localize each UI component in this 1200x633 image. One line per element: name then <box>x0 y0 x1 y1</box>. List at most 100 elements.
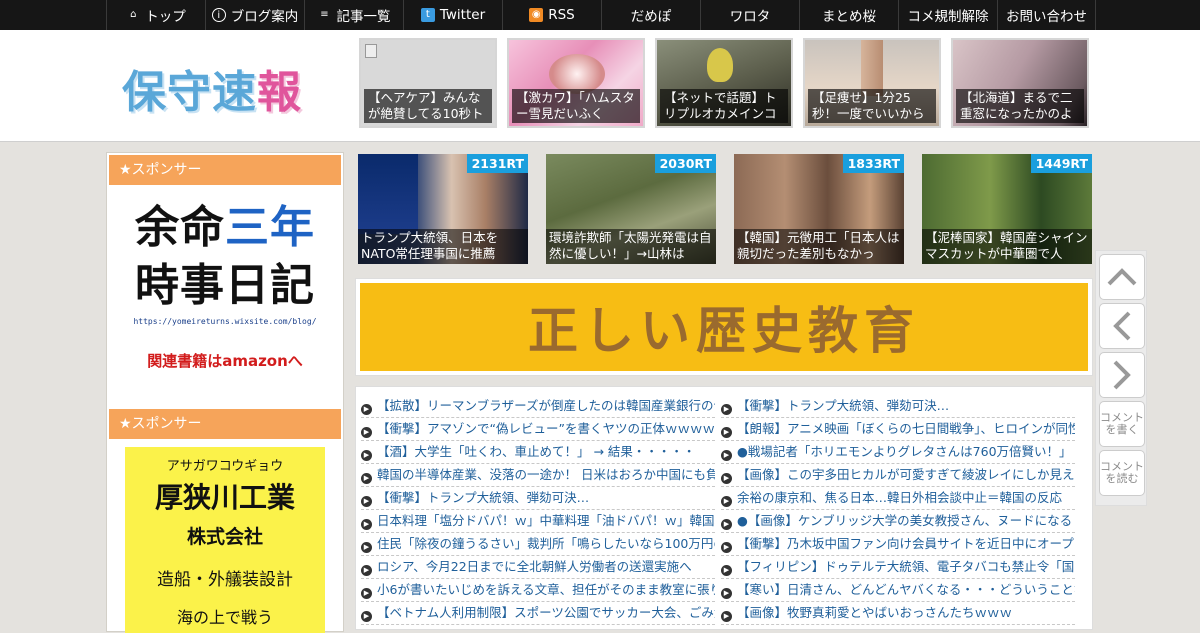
article-title: 韓国の半導体産業、没落の一途か！ 日米はおろか中国にも負 <box>377 467 715 482</box>
nav-item-6[interactable]: ワロタ <box>700 0 799 30</box>
arrow-bullet-icon: ▶ <box>361 404 372 415</box>
article-link[interactable]: ▶ 【寒い】日清さん、どんどんヤバくなる・・・どういうことな <box>721 579 1075 602</box>
sidebar: ★スポンサー 余命三年 時事日記 https://yomeireturns.wi… <box>106 152 344 633</box>
ad-subtitle: 時事日記 <box>135 260 315 311</box>
arrow-bullet-icon: ▶ <box>361 542 372 553</box>
article-link[interactable]: ▶ 住民「除夜の鐘うるさい」裁判所「鳴らしたいなら100万円の防 <box>361 533 715 556</box>
article-link[interactable]: ▶ 【衝撃】トランプ大統領、弾劾可決… <box>361 487 715 510</box>
header-thumb[interactable]: 【激カワ】「ハムスター雪見だいふく <box>507 38 645 128</box>
rt-thumb[interactable]: 1833RT 【韓国】元徴用工「日本人は親切だった差別もなかっ <box>734 154 904 264</box>
header-thumb[interactable]: 【足痩せ】1分25秒！一度でいいからやっ <box>803 38 941 128</box>
nav-item-1[interactable]: i ブログ案内 <box>205 0 304 30</box>
next-button[interactable] <box>1099 352 1145 398</box>
article-title: 【画像】この宇多田ヒカルが可愛すぎて綾波レイにしか見えね <box>737 467 1075 482</box>
article-title: 住民「除夜の鐘うるさい」裁判所「鳴らしたいなら100万円の防 <box>377 536 715 551</box>
top-nav-items: ⌂ トップ i ブログ案内 ≡ 記事一覧 t Twitter ◉ RSS だめぽ ワロタ まとめ桜 コメ規… <box>106 0 1096 30</box>
ad-company-type: 株式会社 <box>186 526 263 548</box>
nav-item-4[interactable]: ◉ RSS <box>502 0 601 30</box>
nav-item-2[interactable]: ≡ 記事一覧 <box>304 0 403 30</box>
nav-item-label: コメ規制解除 <box>907 9 989 25</box>
article-title: 【衝撃】アマゾンで“偽レビュー”を書くヤツの正体ｗｗｗｗｗ <box>377 421 715 436</box>
rt-thumb[interactable]: 2131RT トランプ大統領、日本をNATO常任理事国に推薦 <box>358 154 528 264</box>
header-thumb-caption: 【ヘアケア】みんなが絶賛してる10秒ト <box>364 89 492 123</box>
rt-thumb-caption: 【韓国】元徴用工「日本人は親切だった差別もなかっ <box>734 229 904 264</box>
arrow-bullet-icon: ▶ <box>721 611 732 622</box>
article-link[interactable]: ▶ 【画像】牧野真莉愛とやばいおっさんたちｗｗｗ <box>721 602 1075 625</box>
arrow-bullet-icon: ▶ <box>361 519 372 530</box>
ad-amazon-link[interactable]: 関連書籍はamazonへ <box>115 350 335 371</box>
scroll-top-button[interactable] <box>1099 254 1145 300</box>
info-icon: i <box>211 8 226 22</box>
arrow-bullet-icon: ▶ <box>721 519 732 530</box>
rt-count-badge: 2030RT <box>654 154 716 173</box>
logo-char: 報 <box>257 67 302 118</box>
nav-item-label: Twitter <box>439 7 486 23</box>
article-link[interactable]: ▶ 【衝撃】トランプ大統領、弾劾可決… <box>721 395 1075 418</box>
article-link[interactable]: ▶ ロシア、今月22日までに全北朝鮮人労働者の送還実施へ <box>361 556 715 579</box>
chevron-left-icon <box>1113 311 1131 341</box>
nav-item-9[interactable]: お問い合わせ <box>997 0 1096 30</box>
article-title: 小6が書いたいじめを訴える文章、担任がそのまま教室に張り出 <box>377 582 715 597</box>
header-thumb-caption: 【ネットで話題】トリプルオカメインコ <box>660 89 788 123</box>
site-logo[interactable]: 保守速報 <box>122 56 302 120</box>
article-link[interactable]: ▶ 日本料理「塩分ドバパ！ｗ」中華料理「油ドバパ！ｗ」韓国料 <box>361 510 715 533</box>
article-title: 【衝撃】トランプ大統領、弾劾可決… <box>737 398 950 413</box>
banner-text: 正しい歴史教育 <box>360 283 1088 371</box>
article-link[interactable]: ▶ 【画像】この宇多田ヒカルが可愛すぎて綾波レイにしか見えね <box>721 464 1075 487</box>
article-link[interactable]: ▶ ●戦場記者「ホリエモンよりグレタさんは760万倍賢い！」 <box>721 441 1075 464</box>
article-list-left: ▶ 【拡散】リーマンブラザーズが倒産したのは韓国産業銀行のせ ▶ 【衝撃】アマゾンで“… <box>361 395 715 625</box>
nav-item-8[interactable]: コメ規制解除 <box>898 0 997 30</box>
article-list-right: ▶ 【衝撃】トランプ大統領、弾劾可決… ▶ 【朗報】アニメ映画「ぼくらの七日間戦争」、… <box>721 395 1075 625</box>
nav-item-3[interactable]: t Twitter <box>403 0 502 30</box>
article-title: ロシア、今月22日までに全北朝鮮人労働者の送還実施へ <box>377 559 692 574</box>
comment-write-button[interactable]: コメントを書く <box>1099 401 1145 447</box>
rt-thumb[interactable]: 2030RT 環境詐欺師「太陽光発電は自然に優しい！」→山林は <box>546 154 716 264</box>
article-link[interactable]: ▶ 【ベトナム人利用制限】スポーツ公園でサッカー大会、ごみ大 <box>361 602 715 625</box>
rt-thumb[interactable]: 1449RT 【泥棒国家】韓国産シャインマスカットが中華圏で人 <box>922 154 1092 264</box>
article-link[interactable]: ▶ 小6が書いたいじめを訴える文章、担任がそのまま教室に張り出 <box>361 579 715 602</box>
previous-button[interactable] <box>1099 303 1145 349</box>
nav-item-0[interactable]: ⌂ トップ <box>106 0 205 30</box>
chevron-right-icon <box>1113 360 1131 390</box>
ad-title-part: 三年 <box>225 202 315 253</box>
nav-item-5[interactable]: だめぽ <box>601 0 700 30</box>
comment-read-button[interactable]: コメントを読む <box>1099 450 1145 496</box>
article-link[interactable]: ▶ 【拡散】リーマンブラザーズが倒産したのは韓国産業銀行のせ <box>361 395 715 418</box>
sponsor-ad-yomei[interactable]: 余命三年 時事日記 https://yomeireturns.wixsite.c… <box>115 199 335 387</box>
bird-image <box>707 48 733 82</box>
article-link[interactable]: ▶ 余裕の康京和、焦る日本…韓日外相会談中止＝韓国の反応 <box>721 487 1075 510</box>
article-link[interactable]: ▶ 【フィリピン】ドゥテルテ大統領、電子タバコも禁止令「国民 <box>721 556 1075 579</box>
ad-company-kana: アサガワコウギョウ <box>166 459 284 474</box>
article-link[interactable]: ▶ ●【画像】ケンブリッジ大学の美女教授さん、ヌードになる <box>721 510 1075 533</box>
top-nav: ⌂ トップ i ブログ案内 ≡ 記事一覧 t Twitter ◉ RSS だめぽ ワロタ まとめ桜 コメ規… <box>0 0 1200 30</box>
arrow-bullet-icon: ▶ <box>361 565 372 576</box>
broken-image-icon <box>365 44 377 58</box>
header-thumb[interactable]: 【北海道】まるで二重窓になったかのよ <box>951 38 1089 128</box>
article-title: 【朗報】アニメ映画「ぼくらの七日間戦争」、ヒロインが同性 <box>737 421 1075 436</box>
logo-char: 速 <box>212 67 257 118</box>
rt-count-badge: 1833RT <box>842 154 904 173</box>
article-link[interactable]: ▶ 【衝撃】アマゾンで“偽レビュー”を書くヤツの正体ｗｗｗｗｗ <box>361 418 715 441</box>
sponsor-heading: ★スポンサー <box>109 155 341 185</box>
sponsor-ad-asagawa[interactable]: アサガワコウギョウ 厚狭川工業 株式会社 造船・外艤装設計 海の上で戦う <box>125 447 325 633</box>
nav-item-label: ブログ案内 <box>230 9 299 25</box>
header-thumb[interactable]: 【ヘアケア】みんなが絶賛してる10秒ト <box>359 38 497 128</box>
article-link[interactable]: ▶ 【酒】大学生「吐くわ、車止めて！」 → 結果・・・・・ <box>361 441 715 464</box>
rt-count-badge: 2131RT <box>466 154 528 173</box>
article-link[interactable]: ▶ 【朗報】アニメ映画「ぼくらの七日間戦争」、ヒロインが同性 <box>721 418 1075 441</box>
article-link[interactable]: ▶ 韓国の半導体産業、没落の一途か！ 日米はおろか中国にも負 <box>361 464 715 487</box>
arrow-bullet-icon: ▶ <box>721 450 732 461</box>
sponsor-heading: ★スポンサー <box>109 409 341 439</box>
arrow-bullet-icon: ▶ <box>721 404 732 415</box>
header-thumb[interactable]: 【ネットで話題】トリプルオカメインコ <box>655 38 793 128</box>
home-icon: ⌂ <box>130 9 137 20</box>
article-link[interactable]: ▶ 【衝撃】乃木坂中国ファン向け会員サイトを近日中にオープン <box>721 533 1075 556</box>
article-title: 余裕の康京和、焦る日本…韓日外相会談中止＝韓国の反応 <box>737 490 1063 505</box>
history-education-banner[interactable]: 正しい歴史教育 <box>355 278 1093 376</box>
floating-button-panel: コメントを書く コメントを読む <box>1095 250 1147 506</box>
chevron-up-icon <box>1107 268 1137 286</box>
article-title: ●戦場記者「ホリエモンよりグレタさんは760万倍賢い！」 <box>737 444 1072 459</box>
article-title: 【衝撃】トランプ大統領、弾劾可決… <box>377 490 590 505</box>
ad-tagline: 海の上で戦う <box>176 608 273 627</box>
nav-item-7[interactable]: まとめ桜 <box>799 0 898 30</box>
